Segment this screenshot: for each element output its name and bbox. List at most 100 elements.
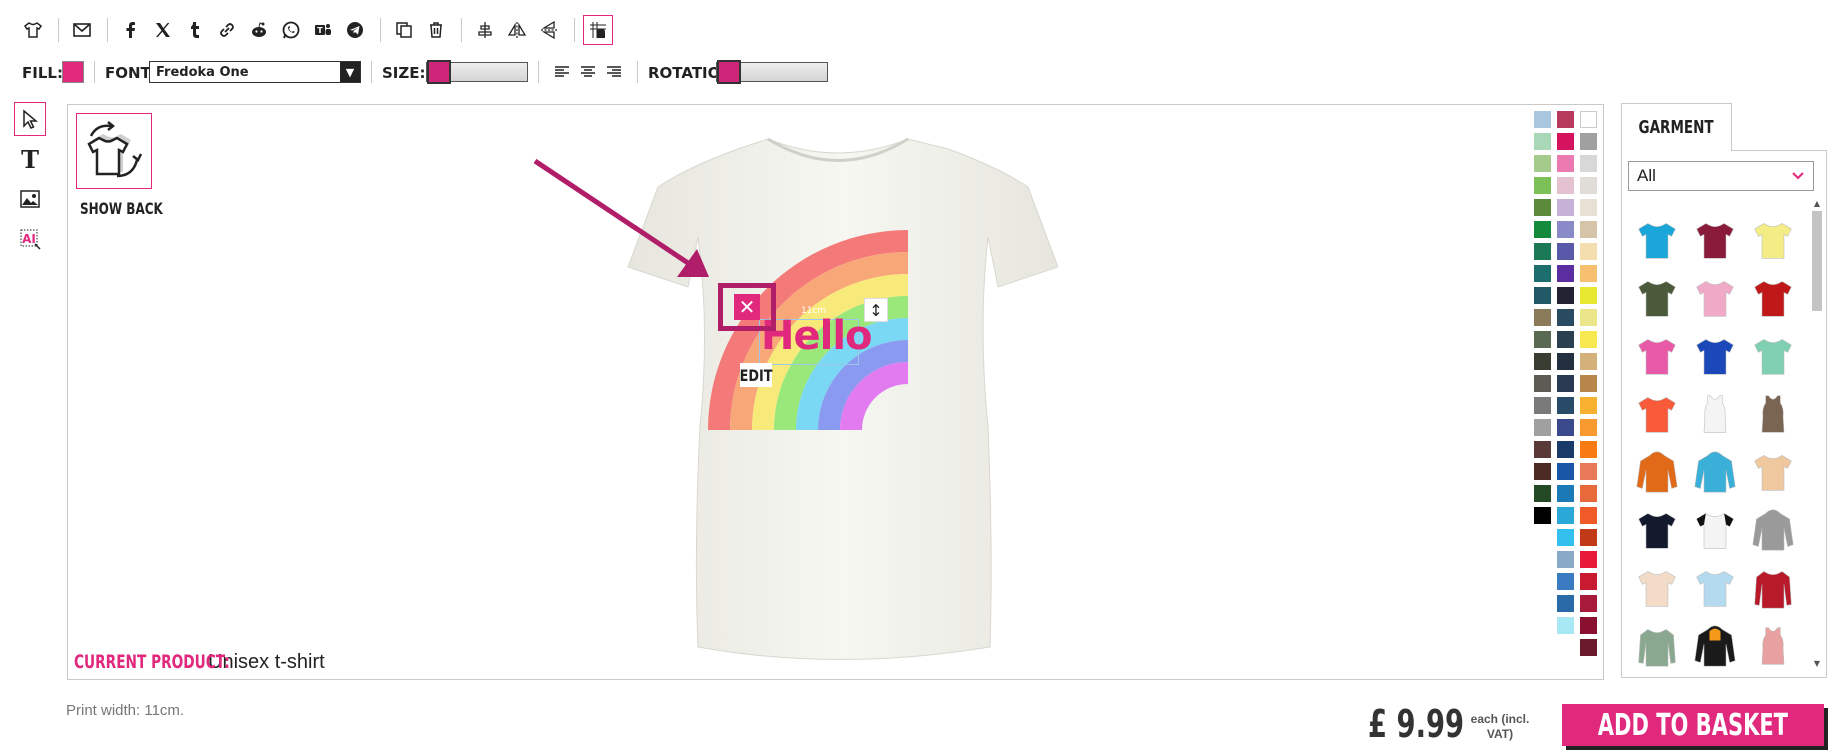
palette-swatch[interactable] xyxy=(1557,331,1574,348)
palette-swatch[interactable] xyxy=(1580,111,1597,128)
palette-swatch[interactable] xyxy=(1580,485,1597,502)
reddit-icon[interactable] xyxy=(244,15,274,45)
scroll-down-icon[interactable]: ▼ xyxy=(1810,659,1824,671)
palette-swatch[interactable] xyxy=(1557,133,1574,150)
palette-swatch[interactable] xyxy=(1557,287,1574,304)
palette-swatch[interactable] xyxy=(1534,331,1551,348)
align-center-text-icon[interactable] xyxy=(575,61,601,83)
palette-swatch[interactable] xyxy=(1534,375,1551,392)
garment-item-royal-blue-tshirt[interactable] xyxy=(1686,327,1744,385)
palette-swatch[interactable] xyxy=(1534,353,1551,370)
palette-swatch[interactable] xyxy=(1534,133,1551,150)
palette-swatch[interactable] xyxy=(1534,199,1551,216)
snap-grid-icon[interactable] xyxy=(583,15,613,45)
palette-swatch[interactable] xyxy=(1580,133,1597,150)
palette-swatch[interactable] xyxy=(1557,419,1574,436)
pointer-icon[interactable] xyxy=(14,102,46,136)
palette-swatch[interactable] xyxy=(1557,595,1574,612)
garment-item-navy-tshirt[interactable] xyxy=(1628,501,1686,559)
garment-item-cyan-tshirt[interactable] xyxy=(1628,211,1686,269)
font-select[interactable]: Fredoka One ▼ xyxy=(149,61,361,83)
resize-vertical-icon[interactable]: ↕ xyxy=(864,298,888,322)
palette-swatch[interactable] xyxy=(1557,375,1574,392)
palette-swatch[interactable] xyxy=(1534,441,1551,458)
palette-swatch[interactable] xyxy=(1557,617,1574,634)
palette-swatch[interactable] xyxy=(1534,397,1551,414)
palette-swatch[interactable] xyxy=(1580,353,1597,370)
garment-item-brown-tank[interactable] xyxy=(1744,385,1802,443)
palette-swatch[interactable] xyxy=(1534,287,1551,304)
palette-swatch[interactable] xyxy=(1557,507,1574,524)
palette-swatch[interactable] xyxy=(1534,507,1551,524)
palette-swatch[interactable] xyxy=(1557,177,1574,194)
garment-item-red-tshirt[interactable] xyxy=(1744,269,1802,327)
email-icon[interactable] xyxy=(67,15,97,45)
flip-horizontal-icon[interactable] xyxy=(502,15,532,45)
palette-swatch[interactable] xyxy=(1534,485,1551,502)
palette-swatch[interactable] xyxy=(1534,419,1551,436)
palette-swatch[interactable] xyxy=(1580,595,1597,612)
link-icon[interactable] xyxy=(212,15,242,45)
rotation-slider[interactable] xyxy=(716,60,828,84)
palette-swatch[interactable] xyxy=(1580,221,1597,238)
palette-swatch[interactable] xyxy=(1580,441,1597,458)
garment-item-orange-hoodie[interactable] xyxy=(1628,443,1686,501)
garment-item-black-orange-hoodie[interactable] xyxy=(1686,617,1744,673)
scroll-up-icon[interactable]: ▲ xyxy=(1810,199,1824,211)
palette-swatch[interactable] xyxy=(1580,243,1597,260)
tab-garment[interactable]: GARMENT xyxy=(1621,103,1732,151)
show-back-button[interactable] xyxy=(76,113,152,189)
palette-swatch[interactable] xyxy=(1534,265,1551,282)
palette-swatch[interactable] xyxy=(1580,331,1597,348)
palette-swatch[interactable] xyxy=(1557,463,1574,480)
garment-item-baseball-tshirt[interactable] xyxy=(1686,501,1744,559)
palette-swatch[interactable] xyxy=(1534,155,1551,172)
garment-item-coral-tshirt[interactable] xyxy=(1628,385,1686,443)
align-center-icon[interactable] xyxy=(470,15,500,45)
size-slider-handle[interactable] xyxy=(427,60,451,84)
palette-swatch[interactable] xyxy=(1534,177,1551,194)
palette-swatch[interactable] xyxy=(1580,419,1597,436)
garment-item-varsity-jacket[interactable] xyxy=(1744,559,1802,617)
palette-swatch[interactable] xyxy=(1557,199,1574,216)
add-to-basket-button[interactable]: ADD TO BASKET xyxy=(1562,704,1824,746)
facebook-icon[interactable] xyxy=(116,15,146,45)
garment-item-olive-tshirt[interactable] xyxy=(1628,269,1686,327)
tumblr-icon[interactable] xyxy=(180,15,210,45)
palette-swatch[interactable] xyxy=(1534,309,1551,326)
palette-swatch[interactable] xyxy=(1557,573,1574,590)
garment-item-sage-longsleeve[interactable] xyxy=(1628,617,1686,673)
teams-icon[interactable]: T xyxy=(308,15,338,45)
palette-swatch[interactable] xyxy=(1534,463,1551,480)
palette-swatch[interactable] xyxy=(1557,485,1574,502)
palette-swatch[interactable] xyxy=(1534,111,1551,128)
scroll-thumb[interactable] xyxy=(1812,211,1822,311)
palette-swatch[interactable] xyxy=(1580,529,1597,546)
garment-item-light-blue-tshirt[interactable] xyxy=(1686,559,1744,617)
fill-color-swatch[interactable] xyxy=(62,61,84,83)
palette-swatch[interactable] xyxy=(1557,221,1574,238)
garment-item-white-tank[interactable] xyxy=(1686,385,1744,443)
ai-icon[interactable]: AI xyxy=(14,222,46,256)
tshirt-icon[interactable] xyxy=(18,15,48,45)
size-slider[interactable] xyxy=(426,60,528,84)
palette-swatch[interactable] xyxy=(1557,353,1574,370)
align-left-icon[interactable] xyxy=(549,61,575,83)
garment-item-sky-hoodie[interactable] xyxy=(1686,443,1744,501)
palette-swatch[interactable] xyxy=(1580,155,1597,172)
garment-item-pink-tshirt[interactable] xyxy=(1686,269,1744,327)
garment-item-yellow-tshirt[interactable] xyxy=(1744,211,1802,269)
palette-swatch[interactable] xyxy=(1580,551,1597,568)
duplicate-icon[interactable] xyxy=(389,15,419,45)
palette-swatch[interactable] xyxy=(1580,397,1597,414)
palette-swatch[interactable] xyxy=(1534,243,1551,260)
palette-swatch[interactable] xyxy=(1580,177,1597,194)
garment-filter-select[interactable]: All xyxy=(1628,161,1814,191)
palette-swatch[interactable] xyxy=(1557,111,1574,128)
flip-vertical-icon[interactable] xyxy=(534,15,564,45)
palette-swatch[interactable] xyxy=(1557,441,1574,458)
telegram-icon[interactable] xyxy=(340,15,370,45)
design-text-hello[interactable]: Hello xyxy=(761,313,873,359)
garment-scrollbar[interactable]: ▲ ▼ xyxy=(1810,199,1824,675)
palette-swatch[interactable] xyxy=(1557,309,1574,326)
